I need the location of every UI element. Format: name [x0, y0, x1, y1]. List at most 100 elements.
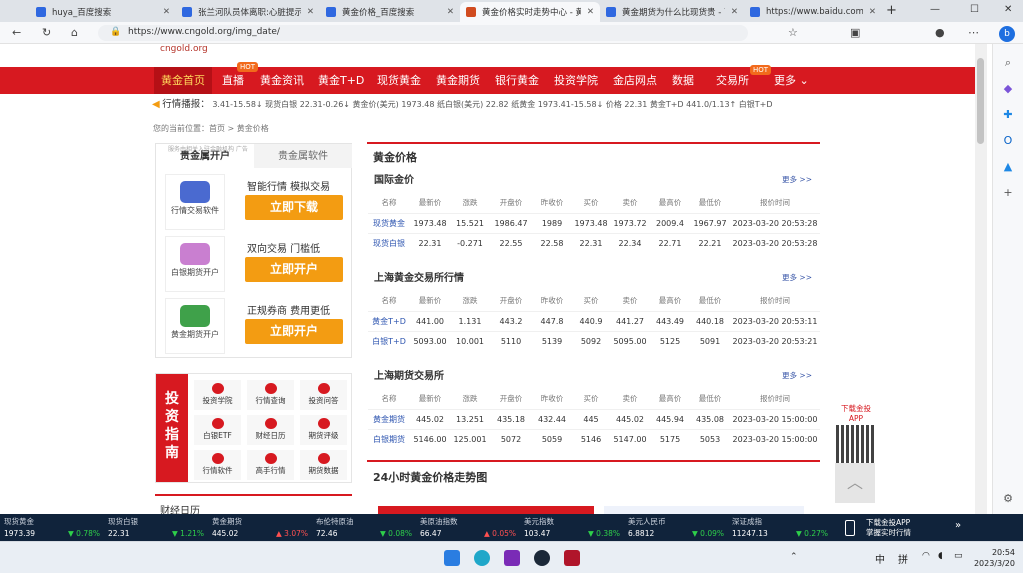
- chart-tab[interactable]: [604, 506, 804, 514]
- browser-tab[interactable]: 黄金价格_百度搜索 ✕: [320, 2, 460, 22]
- back-icon[interactable]: ←: [12, 26, 21, 39]
- more-options-icon[interactable]: ⋯: [968, 26, 979, 39]
- more-link[interactable]: 更多 >>: [782, 174, 812, 185]
- software-card[interactable]: 行情交易软件: [165, 174, 225, 230]
- table-row[interactable]: 现货白银 22.31 -0.271 22.55 22.58 22.31 22.34 22.71…: [368, 232, 820, 253]
- add-icon[interactable]: +: [1001, 186, 1015, 200]
- app-promo[interactable]: 下载金投APP 掌握实时行情: [866, 518, 911, 538]
- favorites-star-icon[interactable]: ☆: [788, 26, 798, 39]
- outlook-icon[interactable]: O: [1001, 134, 1015, 148]
- stock-item[interactable]: 现货白银 22.31 ▼ 1.21%: [108, 516, 208, 540]
- app-qr-block[interactable]: 下载金投APP: [834, 403, 878, 465]
- stock-item[interactable]: 美元指数 103.47 ▼ 0.38%: [524, 516, 624, 540]
- table-cell[interactable]: 现货黄金: [368, 212, 410, 233]
- table-row[interactable]: 白银T+D 5093.00 10.001 5110 5139 5092 5095.00 512…: [368, 330, 820, 351]
- chevron-up-icon[interactable]: ⌃: [790, 552, 798, 562]
- nav-item-more[interactable]: 更多 ⌄: [774, 67, 809, 94]
- guide-item[interactable]: 高手行情: [247, 450, 294, 480]
- guide-item[interactable]: 投资学院: [194, 380, 241, 410]
- table-cell[interactable]: 黄金期货: [368, 408, 410, 429]
- table-cell[interactable]: 白银期货: [368, 428, 410, 449]
- browser-tab[interactable]: https://www.baidu.com/lin... ✕: [744, 2, 882, 22]
- stock-item[interactable]: 布伦特原油 72.46 ▼ 0.08%: [316, 516, 416, 540]
- windows-start-icon[interactable]: [444, 550, 460, 566]
- open-account-button[interactable]: 立即开户: [245, 319, 343, 344]
- table-cell[interactable]: 白银T+D: [368, 330, 410, 351]
- guide-item[interactable]: 财经日历: [247, 415, 294, 445]
- browser-tab[interactable]: 黄金期货为什么比现货贵 - 百... ✕: [600, 2, 744, 22]
- guide-item[interactable]: 白银ETF: [194, 415, 241, 445]
- nav-item-futures[interactable]: 黄金期货: [436, 67, 480, 94]
- games-icon[interactable]: ▲: [1001, 160, 1015, 174]
- download-button[interactable]: 立即下载: [245, 195, 343, 220]
- close-tab-icon[interactable]: ✕: [731, 7, 738, 17]
- bing-chat-icon[interactable]: b: [999, 26, 1015, 42]
- table-cell[interactable]: 黄金T+D: [368, 310, 410, 331]
- silver-futures-card[interactable]: 白银期货开户: [165, 236, 225, 292]
- close-tab-icon[interactable]: ✕: [587, 7, 594, 17]
- close-tab-icon[interactable]: ✕: [307, 7, 314, 17]
- guide-item[interactable]: 行情软件: [194, 450, 241, 480]
- table-cell[interactable]: 现货白银: [368, 232, 410, 253]
- clock[interactable]: 20:54 2023/3/20: [974, 547, 1015, 569]
- more-link[interactable]: 更多 >>: [782, 370, 812, 381]
- minimize-button[interactable]: —: [930, 4, 940, 15]
- nav-item-stores[interactable]: 金店网点: [613, 67, 657, 94]
- guide-item[interactable]: 行情查询: [247, 380, 294, 410]
- wifi-icon[interactable]: ◠: [922, 551, 930, 561]
- close-tab-icon[interactable]: ✕: [163, 7, 170, 17]
- site-logo[interactable]: cngold.org: [160, 44, 250, 58]
- table-row[interactable]: 黄金期货 445.02 13.251 435.18 432.44 445 445.02 445…: [368, 408, 820, 429]
- tools-icon[interactable]: ✚: [1001, 108, 1015, 122]
- browser-tab-active[interactable]: 黄金价格实时走势中心 - 黄... ✕: [460, 2, 600, 22]
- table-row[interactable]: 白银期货 5146.00 125.001 5072 5059 5146 5147.00 517…: [368, 428, 820, 449]
- profile-icon[interactable]: ●: [935, 26, 945, 39]
- browser-tab[interactable]: 张兰河队员体离职:心脏提示... ✕: [176, 2, 320, 22]
- gold-futures-card[interactable]: 黄金期货开户: [165, 298, 225, 354]
- maximize-button[interactable]: ☐: [970, 4, 979, 15]
- home-icon[interactable]: ⌂: [71, 26, 78, 39]
- collapse-icon[interactable]: »: [955, 520, 961, 531]
- browser-tab[interactable]: huya_百度搜索 ✕: [30, 2, 176, 22]
- nav-item-academy[interactable]: 投资学院: [554, 67, 598, 94]
- tab-software[interactable]: 贵金属软件: [254, 144, 352, 168]
- table-row[interactable]: 黄金T+D 441.00 1.131 443.2 447.8 440.9 441.27 443…: [368, 310, 820, 331]
- stock-item[interactable]: 美元人民币 6.8812 ▼ 0.09%: [628, 516, 728, 540]
- new-tab-button[interactable]: +: [886, 3, 897, 18]
- stock-item[interactable]: 黄金期货 445.02 ▲ 3.07%: [212, 516, 312, 540]
- close-tab-icon[interactable]: ✕: [869, 7, 876, 17]
- nav-item-exchange[interactable]: 交易所: [716, 67, 749, 94]
- back-to-top-button[interactable]: ︿: [835, 463, 875, 503]
- guide-item[interactable]: 期货评级: [300, 415, 347, 445]
- stock-item[interactable]: 美原油指数 66.47 ▲ 0.05%: [420, 516, 520, 540]
- ticker-text[interactable]: 3.41-15.58↓ 现货白银 22.31-0.26↓ 黄金价(美元) 197…: [212, 100, 772, 109]
- guide-item[interactable]: 期货数据: [300, 450, 347, 480]
- nav-item-data[interactable]: 数据: [672, 67, 694, 94]
- nav-item-news[interactable]: 黄金资讯: [260, 67, 304, 94]
- app-icon[interactable]: [564, 550, 580, 566]
- collections-icon[interactable]: ▣: [850, 26, 860, 39]
- refresh-icon[interactable]: ↻: [42, 26, 51, 39]
- battery-icon[interactable]: ▭: [954, 551, 963, 561]
- nav-item-bank[interactable]: 银行黄金: [495, 67, 539, 94]
- more-link[interactable]: 更多 >>: [782, 272, 812, 283]
- ime-indicator[interactable]: 中: [875, 551, 885, 566]
- scrollbar-thumb[interactable]: [977, 58, 984, 144]
- stock-item[interactable]: 深证成指 11247.13 ▼ 0.27%: [732, 516, 832, 540]
- guide-item[interactable]: 投资问答: [300, 380, 347, 410]
- nav-home[interactable]: 黄金首页: [154, 67, 212, 94]
- open-account-button[interactable]: 立即开户: [245, 257, 343, 282]
- breadcrumb[interactable]: 您的当前位置：首页 > 黄金价格: [153, 123, 269, 134]
- url-input[interactable]: 🔒 https://www.cngold.org/img_date/: [98, 25, 748, 41]
- shopping-icon[interactable]: ◆: [1001, 82, 1015, 96]
- onenote-icon[interactable]: [504, 550, 520, 566]
- close-window-button[interactable]: ✕: [1004, 4, 1012, 15]
- table-row[interactable]: 现货黄金 1973.48 15.521 1986.47 1989 1973.48 1973.…: [368, 212, 820, 233]
- settings-icon[interactable]: ⚙: [1001, 492, 1015, 506]
- steam-icon[interactable]: [534, 550, 550, 566]
- stock-item[interactable]: 现货黄金 1973.39 ▼ 0.78%: [4, 516, 104, 540]
- chart-tab-active[interactable]: [378, 506, 594, 514]
- edge-icon[interactable]: [474, 550, 490, 566]
- search-icon[interactable]: ⌕: [1001, 56, 1015, 70]
- volume-icon[interactable]: ◖: [938, 551, 943, 561]
